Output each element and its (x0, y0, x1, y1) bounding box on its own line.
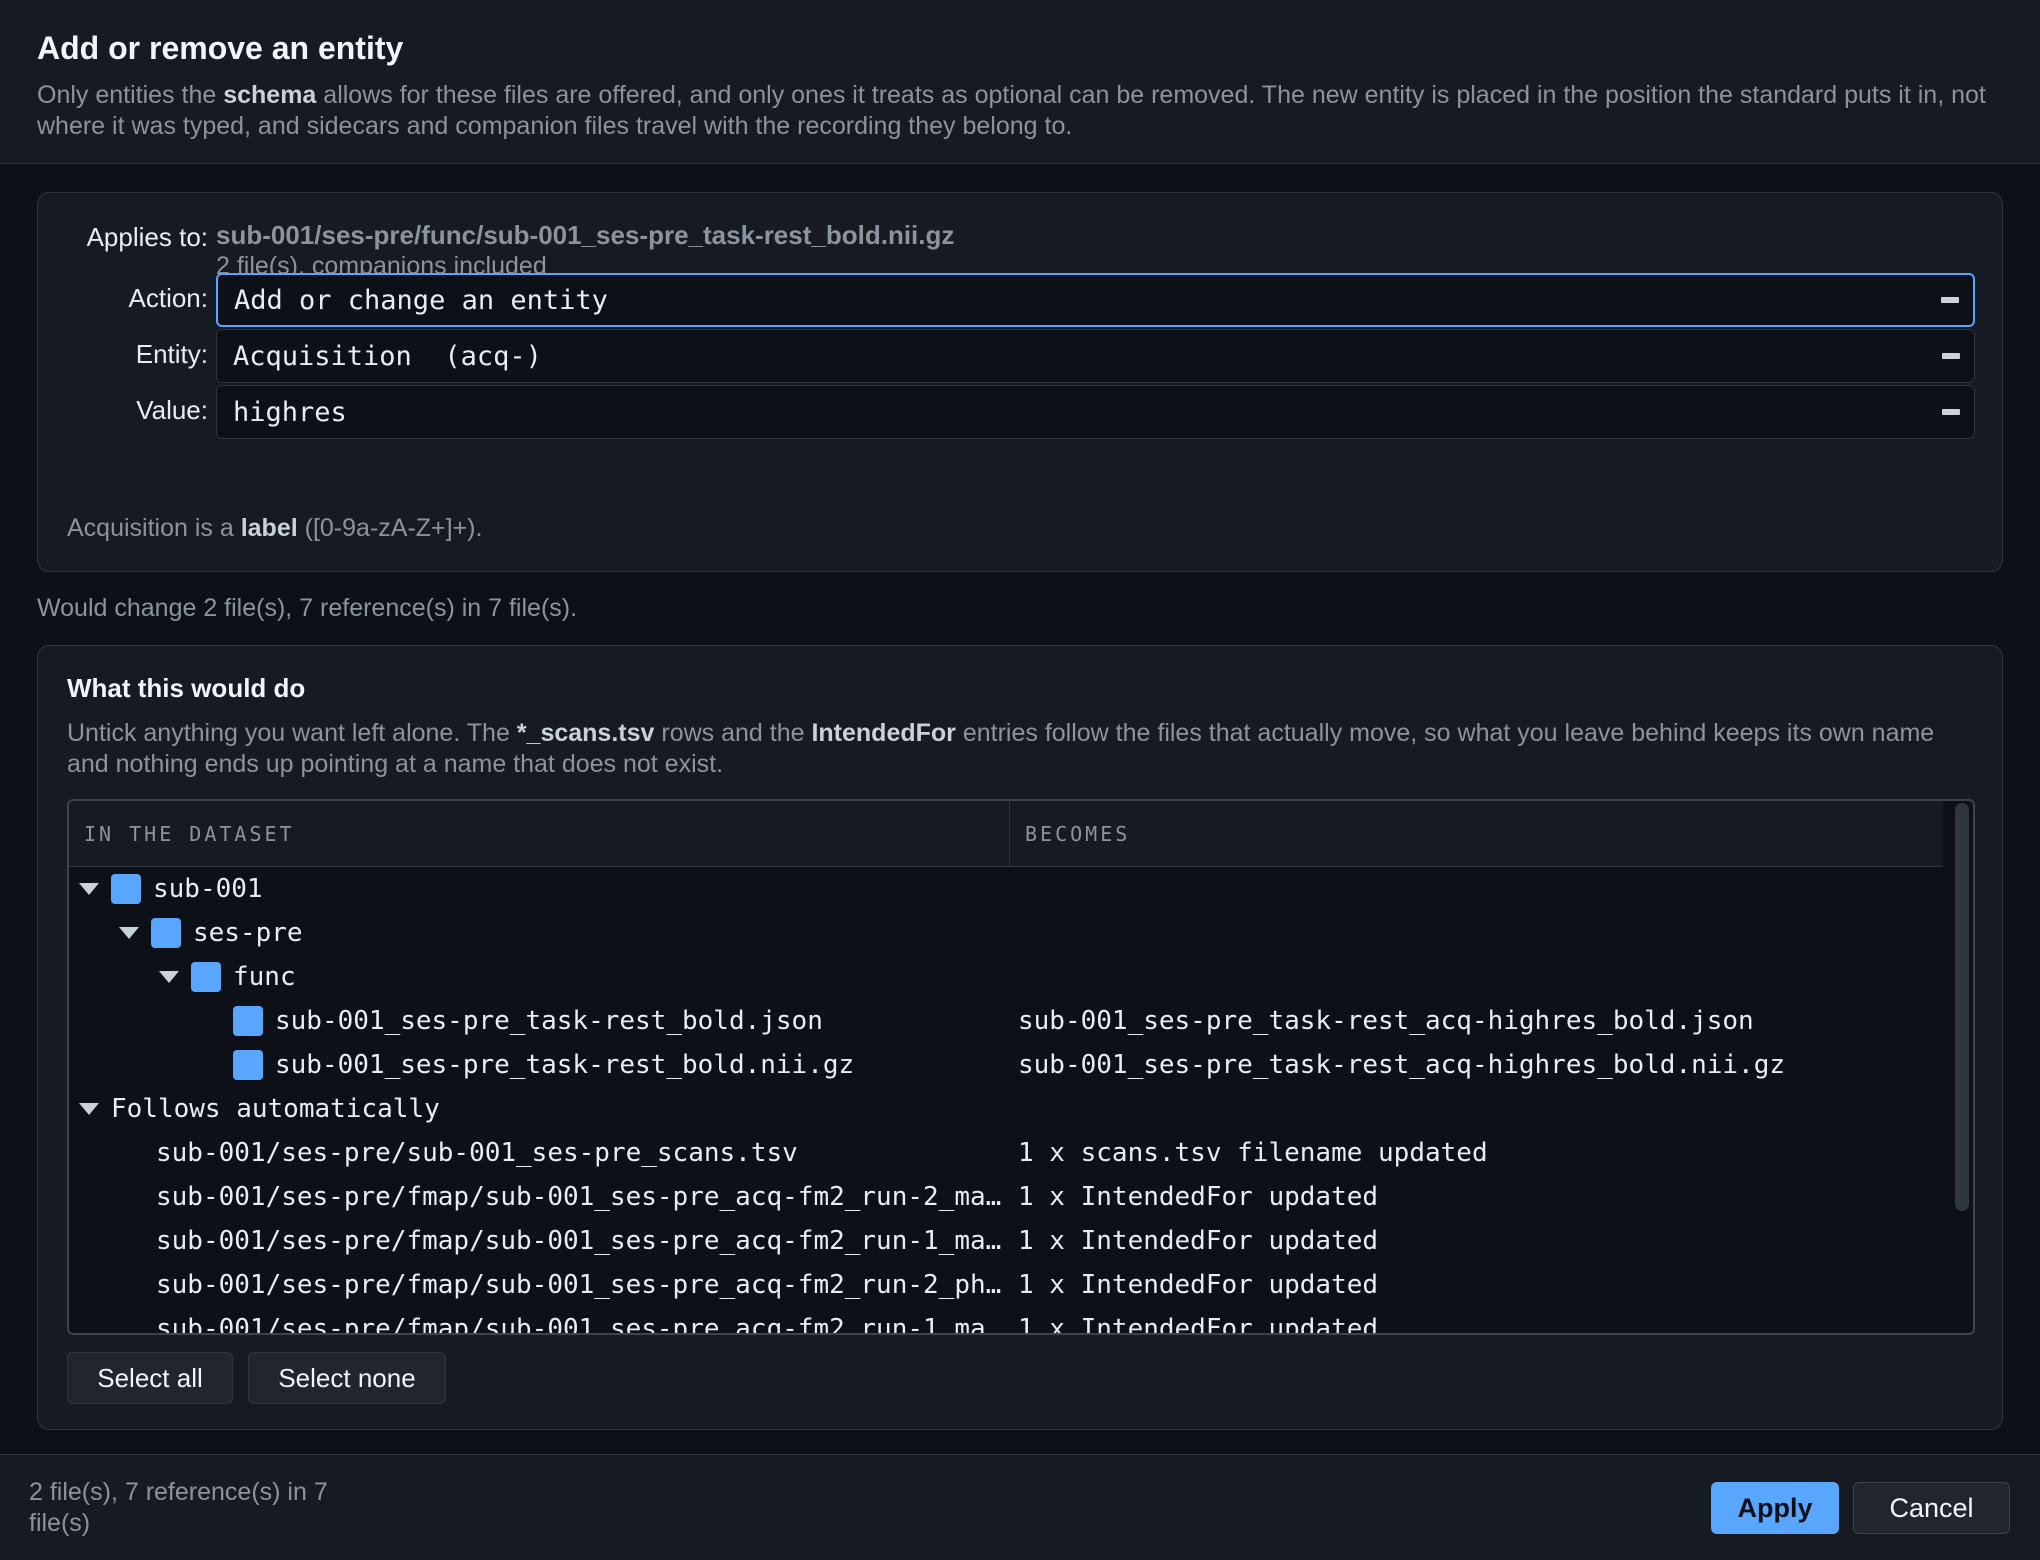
becomes-value: 1 x IntendedFor updated (1018, 1314, 1379, 1335)
change-tree[interactable]: IN THE DATASET BECOMES sub-001 ses-pre f… (67, 799, 1975, 1335)
tree-row-reference[interactable]: sub-001/ses-pre/fmap/sub-001_ses-pre_acq… (69, 1175, 1943, 1219)
expand-arrow-icon[interactable] (79, 1103, 99, 1115)
checkbox[interactable] (233, 1006, 263, 1036)
dialog-description: Only entities the schema allows for thes… (37, 81, 1986, 140)
expand-arrow-icon[interactable] (119, 927, 139, 939)
form-panel: Applies to: sub-001/ses-pre/func/sub-001… (37, 192, 2003, 572)
entity-select[interactable]: Acquisition (acq-) (216, 329, 1975, 383)
value-combobox[interactable]: highres (216, 385, 1975, 439)
tree-row-file[interactable]: sub-001_ses-pre_task-rest_bold.nii.gz su… (69, 1043, 1943, 1087)
action-label: Action: (128, 283, 209, 313)
change-summary: Would change 2 file(s), 7 reference(s) i… (37, 594, 578, 622)
apply-button[interactable]: Apply (1711, 1482, 1839, 1534)
dialog-title: Add or remove an entity (37, 30, 404, 66)
tree-row-func[interactable]: func (69, 955, 1943, 999)
column-header-becomes[interactable]: BECOMES (1025, 801, 1130, 867)
column-header-dataset[interactable]: IN THE DATASET (84, 801, 295, 867)
applies-label: Applies to: (86, 222, 208, 252)
applies-path: sub-001/ses-pre/func/sub-001_ses-pre_tas… (216, 220, 955, 250)
schema-term: schema (223, 81, 317, 109)
checkbox[interactable] (111, 874, 141, 904)
dialog-header: Add or remove an entity Only entities th… (0, 0, 2040, 164)
footer-summary: 2 file(s), 7 reference(s) in 7 file(s) (29, 1478, 328, 1537)
value-label: Value: (136, 395, 208, 425)
tree-row-reference[interactable]: sub-001/ses-pre/fmap/sub-001_ses-pre_acq… (69, 1263, 1943, 1307)
checkbox[interactable] (191, 962, 221, 992)
entity-hint: Acquisition is a label ([0-9a-zA-Z+]+). (67, 514, 483, 542)
action-select[interactable]: Add or change an entity (216, 273, 1975, 327)
select-none-button[interactable]: Select none (248, 1352, 446, 1404)
checkbox[interactable] (151, 918, 181, 948)
becomes-value: sub-001_ses-pre_task-rest_acq-highres_bo… (1018, 1050, 1786, 1080)
tree-row-reference[interactable]: sub-001/ses-pre/fmap/sub-001_ses-pre_acq… (69, 1307, 1943, 1335)
becomes-value: sub-001_ses-pre_task-rest_acq-highres_bo… (1018, 1006, 1754, 1036)
tree-row-file[interactable]: sub-001_ses-pre_task-rest_bold.json sub-… (69, 999, 1943, 1043)
becomes-value: 1 x scans.tsv filename updated (1018, 1138, 1488, 1168)
dialog-footer: 2 file(s), 7 reference(s) in 7 file(s) A… (0, 1454, 2040, 1560)
tree-row-reference[interactable]: sub-001/ses-pre/sub-001_ses-pre_scans.ts… (69, 1131, 1943, 1175)
tree-header: IN THE DATASET BECOMES (69, 801, 1943, 867)
cancel-button[interactable]: Cancel (1853, 1482, 2010, 1534)
dropdown-indicator-icon (1941, 297, 1959, 303)
expand-arrow-icon[interactable] (159, 971, 179, 983)
tree-row-reference[interactable]: sub-001/ses-pre/fmap/sub-001_ses-pre_acq… (69, 1219, 1943, 1263)
checkbox[interactable] (233, 1050, 263, 1080)
preview-panel: What this would do Untick anything you w… (37, 645, 2003, 1430)
dropdown-indicator-icon (1942, 409, 1960, 415)
becomes-value: 1 x IntendedFor updated (1018, 1226, 1379, 1256)
select-all-button[interactable]: Select all (67, 1352, 233, 1404)
becomes-value: 1 x IntendedFor updated (1018, 1182, 1379, 1212)
tree-row-follows[interactable]: Follows automatically (69, 1087, 1943, 1131)
becomes-value: 1 x IntendedFor updated (1018, 1270, 1379, 1300)
preview-description: Untick anything you want left alone. The… (67, 719, 1935, 778)
tree-scrollbar[interactable] (1955, 803, 1969, 1211)
tree-row-sub[interactable]: sub-001 (69, 867, 1943, 911)
preview-title: What this would do (67, 673, 306, 703)
tree-row-session[interactable]: ses-pre (69, 911, 1943, 955)
dropdown-indicator-icon (1942, 353, 1960, 359)
entity-label: Entity: (135, 339, 208, 369)
expand-arrow-icon[interactable] (79, 883, 99, 895)
